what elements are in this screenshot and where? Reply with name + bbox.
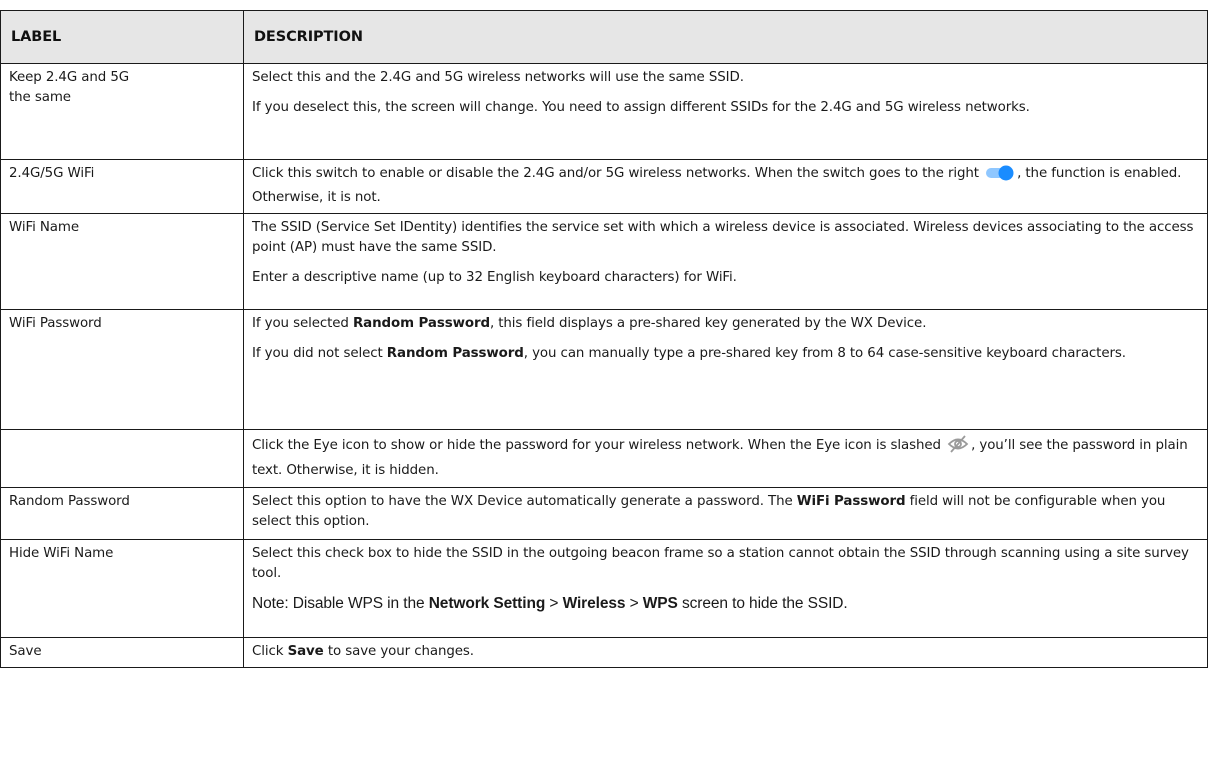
description-text: Select this check box to hide the SSID i… — [252, 546, 1189, 581]
table-row: Click the Eye icon to show or hide the p… — [0, 429, 1208, 488]
description-text: Enter a descriptive name (up to 32 Engli… — [252, 270, 737, 285]
description-text: The SSID (Service Set IDentity) identifi… — [252, 220, 1194, 255]
description-text: Select this and the 2.4G and 5G wireless… — [252, 70, 744, 85]
description-span: to save your changes. — [323, 644, 474, 659]
note-span: Note: Disable WPS in the — [252, 595, 429, 612]
row-label: WiFi Password — [0, 309, 244, 430]
row-label: WiFi Name — [0, 213, 244, 310]
table-row: WiFi Name The SSID (Service Set IDentity… — [0, 213, 1208, 310]
row-description: Click this switch to enable or disable t… — [243, 159, 1208, 214]
row-label — [0, 429, 244, 488]
row-description: Select this option to have the WX Device… — [243, 487, 1208, 540]
description-span: Click the Eye icon to show or hide the p… — [252, 438, 941, 453]
description-column-header: DESCRIPTION — [243, 10, 1208, 64]
bold-term: Random Password — [386, 346, 524, 361]
row-label: 2.4G/5G WiFi — [0, 159, 244, 214]
description-span: If you did not select — [252, 346, 387, 361]
description-text: If you selected Random Password, this fi… — [252, 314, 1199, 334]
row-description: If you selected Random Password, this fi… — [243, 309, 1208, 430]
bold-term: Wireless — [562, 595, 626, 612]
row-description: The SSID (Service Set IDentity) identifi… — [243, 213, 1208, 310]
note-span: screen to hide the SSID. — [677, 595, 848, 612]
table-row: 2.4G/5G WiFi Click this switch to enable… — [0, 159, 1208, 214]
note-span: > — [545, 595, 563, 612]
bold-term: Save — [287, 644, 324, 659]
toggle-switch-on-icon — [985, 165, 1015, 188]
row-label: Random Password — [0, 487, 244, 540]
description-span: , this field displays a pre-shared key g… — [489, 316, 927, 331]
row-description: Click Save to save your changes. — [243, 637, 1208, 668]
table-row: Keep 2.4G and 5G the same Select this an… — [0, 63, 1208, 160]
bold-term: WPS — [642, 595, 678, 612]
description-span: Click — [252, 644, 288, 659]
description-span: Select this option to have the WX Device… — [252, 494, 797, 509]
table-row: Save Click Save to save your changes. — [0, 637, 1208, 668]
description-text: Select this option to have the WX Device… — [252, 492, 1199, 532]
description-text: Click the Eye icon to show or hide the p… — [252, 434, 1199, 481]
description-span: If you selected — [252, 316, 353, 331]
description-text: Click this switch to enable or disable t… — [252, 164, 1199, 208]
note-span: > — [625, 595, 643, 612]
label-column-header: LABEL — [0, 10, 244, 64]
description-text: Click Save to save your changes. — [252, 642, 1199, 662]
table-row: Random Password Select this option to ha… — [0, 487, 1208, 540]
bold-term: Random Password — [352, 316, 490, 331]
row-description: Select this check box to hide the SSID i… — [243, 539, 1208, 638]
bold-term: WiFi Password — [796, 494, 906, 509]
note-text: Note: Disable WPS in the Network Setting… — [252, 594, 1199, 614]
description-span: Click this switch to enable or disable t… — [252, 166, 979, 181]
row-label: Keep 2.4G and 5G the same — [0, 63, 244, 160]
header-row: LABEL DESCRIPTION — [0, 10, 1208, 64]
description-text: If you deselect this, the screen will ch… — [252, 100, 1030, 115]
row-description: Select this and the 2.4G and 5G wireless… — [243, 63, 1208, 160]
table-row: WiFi Password If you selected Random Pas… — [0, 309, 1208, 430]
description-span: , you can manually type a pre-shared key… — [523, 346, 1126, 361]
row-label: Save — [0, 637, 244, 668]
row-description: Click the Eye icon to show or hide the p… — [243, 429, 1208, 488]
eye-slashed-icon — [947, 434, 969, 461]
description-text: If you did not select Random Password, y… — [252, 344, 1199, 364]
bold-term: Network Setting — [428, 595, 546, 612]
reference-table: LABEL DESCRIPTION Keep 2.4G and 5G the s… — [0, 10, 1208, 668]
row-label: Hide WiFi Name — [0, 539, 244, 638]
table-row: Hide WiFi Name Select this check box to … — [0, 539, 1208, 638]
